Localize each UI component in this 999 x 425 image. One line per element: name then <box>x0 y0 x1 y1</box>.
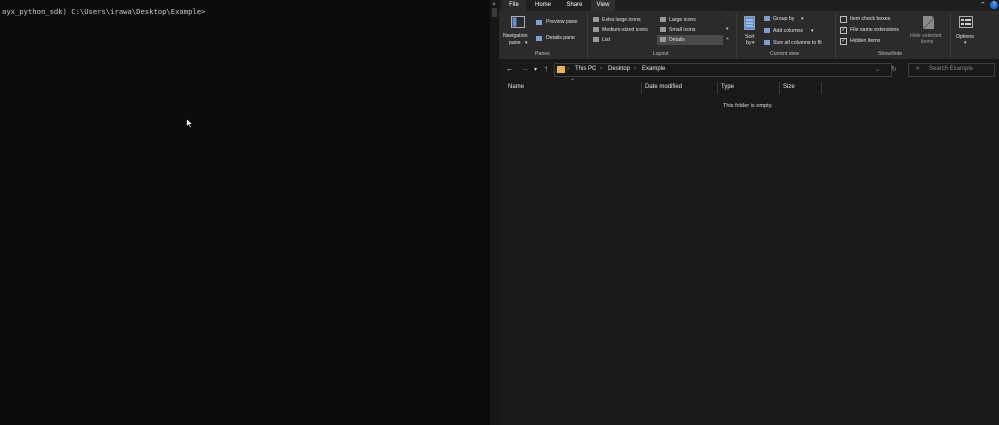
search-box[interactable]: ⌕ Search Example <box>908 63 995 77</box>
address-bar[interactable]: › This PC › Desktop › Example ⌄ ↻ <box>554 63 897 77</box>
current-view-group-label: Current view <box>770 51 800 57</box>
address-toolbar: ← → ▾ ↑ › This PC › Desktop › Example ⌄ … <box>499 60 999 79</box>
dropdown-arrow-icon: ▾ <box>811 28 814 34</box>
preview-pane-icon <box>536 20 542 25</box>
column-header-type[interactable]: Type <box>721 84 734 90</box>
terminal-scrollbar[interactable]: ▲ <box>490 0 499 425</box>
tab-share[interactable]: Share <box>562 0 587 11</box>
medium-icons-icon <box>593 27 599 32</box>
navigation-pane-label-2: pane <box>509 40 521 46</box>
checkbox-checked-icon[interactable]: ✓ <box>840 38 847 45</box>
breadcrumb-desktop[interactable]: Desktop <box>608 66 630 72</box>
list-icon <box>593 37 599 42</box>
layout-expand-icon[interactable]: ⩡ <box>726 36 729 43</box>
column-header-name[interactable]: Name <box>508 84 524 90</box>
up-arrow-icon[interactable]: ↑ <box>544 64 548 73</box>
panes-group-label: Panes <box>535 51 550 57</box>
group-by-icon <box>764 16 770 21</box>
empty-folder-message: This folder is empty. <box>723 103 773 109</box>
column-divider[interactable] <box>821 82 822 94</box>
column-header-date-modified[interactable]: Date modified <box>645 84 682 90</box>
details-icon <box>660 37 666 42</box>
breadcrumb-separator-icon[interactable]: › <box>567 66 569 72</box>
breadcrumb-separator-icon[interactable]: › <box>600 66 602 72</box>
file-list[interactable]: ⌃ Name Date modified Type Size This fold… <box>499 79 999 425</box>
file-explorer-window: File Home Share View ⌃ ? Navigation pane… <box>499 0 999 425</box>
terminal-window[interactable]: ayx_python_sdk) C:\Users\irawa\Desktop\E… <box>0 0 490 425</box>
ribbon-divider <box>587 14 588 58</box>
refresh-icon[interactable]: ↻ <box>891 65 897 73</box>
layout-option-label: Details <box>669 37 685 43</box>
add-columns-icon <box>764 28 770 33</box>
terminal-prompt: ayx_python_sdk) C:\Users\irawa\Desktop\E… <box>2 7 206 16</box>
layout-group-label: Layout <box>653 51 669 57</box>
dropdown-arrow-icon: ▾ <box>752 40 755 46</box>
forward-arrow-icon[interactable]: → <box>521 64 529 73</box>
help-icon[interactable]: ? <box>990 1 998 9</box>
breadcrumb-separator-icon[interactable]: › <box>634 66 636 72</box>
scrollbar-thumb[interactable] <box>492 8 497 17</box>
folder-icon <box>557 66 565 73</box>
ribbon-tabs: File Home Share View ⌃ ? <box>499 0 999 11</box>
add-columns-label: Add columns <box>773 28 803 34</box>
search-icon: ⌕ <box>916 65 920 72</box>
scroll-up-icon[interactable]: ▲ <box>491 1 497 7</box>
sort-by-label-2: by <box>746 40 752 46</box>
tab-view[interactable]: View <box>591 0 615 11</box>
column-divider[interactable] <box>717 82 718 94</box>
size-all-columns-label: Size all columns to fit <box>773 40 822 46</box>
layout-option-label: Extra large icons <box>602 17 641 23</box>
address-dropdown-icon[interactable]: ⌄ <box>875 66 880 73</box>
checkbox-checked-icon[interactable]: ✓ <box>840 27 847 34</box>
ribbon-divider <box>736 14 737 58</box>
sort-ascending-icon: ⌃ <box>570 79 576 85</box>
large-icons-icon <box>660 17 666 22</box>
chevron-up-icon[interactable]: ⌃ <box>980 0 986 11</box>
size-columns-icon <box>764 40 770 45</box>
file-name-extensions-label: File name extensions <box>850 27 900 33</box>
search-placeholder: Search Example <box>929 66 974 72</box>
breadcrumb-this-pc[interactable]: This PC <box>575 66 596 72</box>
layout-option-label: Small icons <box>669 27 696 33</box>
breadcrumb-example[interactable]: Example <box>642 66 665 72</box>
details-pane-icon <box>536 36 542 41</box>
layout-option-label: Medium-sized icons <box>602 27 648 33</box>
column-divider[interactable] <box>779 82 780 94</box>
navigation-pane-label-1: Navigation <box>503 33 528 39</box>
back-arrow-icon[interactable]: ← <box>506 64 514 73</box>
layout-option-label: List <box>602 37 611 43</box>
tab-file[interactable]: File <box>502 0 526 11</box>
checkbox-unchecked-icon[interactable] <box>840 16 847 23</box>
hide-selected-items-icon <box>922 16 935 30</box>
dropdown-arrow-icon: ▾ <box>801 16 804 22</box>
layout-scroll-down-icon[interactable]: ▾ <box>726 26 729 32</box>
options-icon <box>959 16 973 28</box>
ribbon: Navigation pane ▾ Preview pane Details p… <box>499 11 999 59</box>
layout-scroll-up-icon[interactable]: ⌃ <box>726 15 730 21</box>
sort-by-icon <box>744 16 755 30</box>
group-by-label: Group by <box>773 16 795 22</box>
recent-locations-chevron-icon[interactable]: ▾ <box>534 66 537 73</box>
navigation-pane-icon <box>511 16 525 28</box>
item-check-boxes-label: Item check boxes <box>850 16 891 22</box>
hide-selected-label-2: items <box>921 39 934 45</box>
details-pane-label: Details pane <box>546 35 575 41</box>
small-icons-icon <box>660 27 666 32</box>
preview-pane-label: Preview pane <box>546 19 578 25</box>
layout-option-label: Large icons <box>669 17 696 23</box>
mouse-cursor-icon <box>186 118 194 129</box>
extra-large-icons-icon <box>593 17 599 22</box>
dropdown-arrow-icon: ▾ <box>964 40 967 46</box>
show-hide-group-label: Show/hide <box>878 51 903 57</box>
layout-selected-highlight <box>657 35 723 45</box>
ribbon-divider <box>835 14 836 58</box>
ribbon-divider <box>950 14 951 58</box>
hidden-items-label: Hidden items <box>850 38 881 44</box>
dropdown-arrow-icon: ▾ <box>525 40 528 46</box>
column-divider[interactable] <box>641 82 642 94</box>
tab-home[interactable]: Home <box>530 0 556 11</box>
column-header-size[interactable]: Size <box>783 84 795 90</box>
